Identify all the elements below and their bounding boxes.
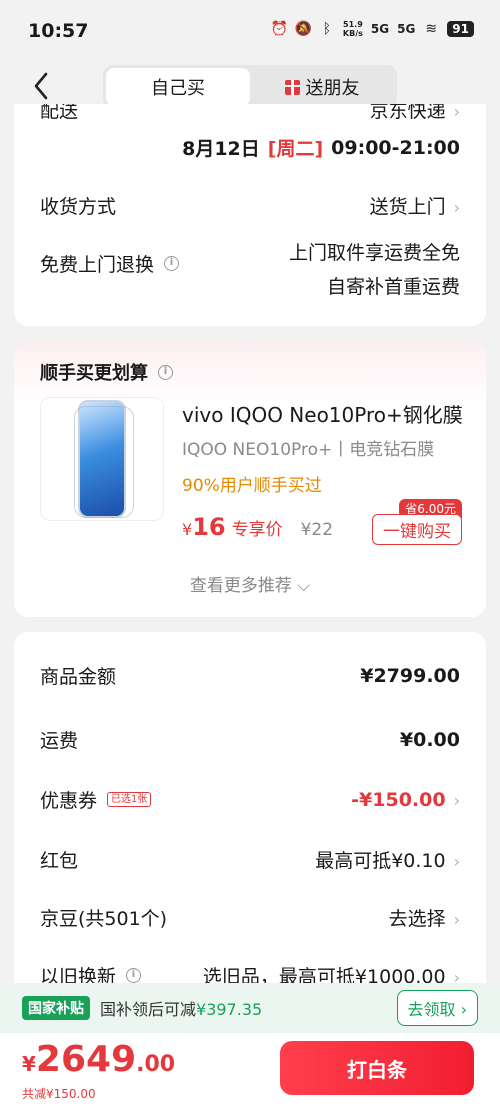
- signal-2: 5G: [397, 22, 416, 36]
- coupon-label: 优惠券: [40, 790, 98, 812]
- delivery-method-row-cut: 配送 京东快递 ›: [14, 104, 486, 122]
- more-recommend-link[interactable]: 查看更多推荐 ⌵: [14, 571, 486, 596]
- info-icon[interactable]: i: [164, 256, 180, 271]
- total-saved: 共减¥150.00: [22, 1087, 96, 1101]
- redpacket-value: 最高可抵¥0.10: [315, 850, 446, 872]
- status-icons: ⏰ 🔕 ᛒ 51.9 KB/s 5G 5G ≋ 91: [271, 20, 474, 38]
- subsidy-text: 国补领后可减¥397.35: [100, 1000, 263, 1019]
- total-dec: .00: [136, 1052, 176, 1077]
- subsidy-amount: ¥397.35: [196, 1000, 263, 1019]
- bluetooth-icon: ᛒ: [322, 21, 332, 37]
- chevron-left-icon: [34, 72, 48, 100]
- pay-baitiao-button[interactable]: 打白条: [280, 1041, 474, 1095]
- delivery-weekday: [周二]: [267, 138, 324, 160]
- total-price: ¥ 2649 .00: [22, 1039, 176, 1080]
- delivery-time-range: 09:00-21:00: [331, 136, 460, 159]
- coupon-badge: 已选1张: [107, 792, 152, 807]
- gift-icon: [284, 79, 300, 95]
- battery-indicator: 91: [447, 21, 474, 37]
- delivery-date: 8月12日: [182, 138, 260, 160]
- purchase-mode-switch: 自己买 送朋友: [103, 65, 397, 109]
- chevron-right-icon: ›: [453, 198, 460, 217]
- shipping-row: 运费 ¥0.00: [40, 726, 460, 753]
- delivery-card: 配送 京东快递 › 8月12日 [周二] 09:00-21:00 收货方式 送货上…: [14, 104, 486, 326]
- receive-method-row[interactable]: 收货方式 送货上门 ›: [40, 192, 460, 219]
- goods-value: ¥2799.00: [360, 664, 460, 687]
- tab-self-buy[interactable]: 自己买: [106, 68, 250, 106]
- receive-value: 送货上门: [369, 196, 446, 218]
- jingdou-label: 京豆(共501个): [40, 908, 168, 930]
- redpacket-row[interactable]: 红包 最高可抵¥0.10 ›: [40, 846, 460, 873]
- subsidy-badge: 国家补贴: [22, 996, 90, 1020]
- mute-icon: 🔕: [294, 21, 313, 37]
- free-return-row: 免费上门退换 i 上门取件享运费全免 自寄补首重运费: [40, 236, 460, 304]
- jingdou-row[interactable]: 京豆(共501个) 去选择 ›: [40, 904, 460, 931]
- product-spec: IQOO NEO10Pro+丨电竞钻石膜: [182, 440, 435, 460]
- net-speed: 51.9 KB/s: [342, 20, 363, 38]
- goods-label: 商品金额: [40, 666, 117, 688]
- status-bar: 10:57 ⏰ 🔕 ᛒ 51.9 KB/s 5G 5G ≋ 91: [0, 0, 500, 60]
- one-click-buy-button[interactable]: 一键购买: [372, 514, 462, 545]
- addon-recommend-card: 顺手买更划算 i vivo IQOO Neo10Pro+钢化膜 IQOO NEO1…: [14, 341, 486, 617]
- chevron-right-icon: ›: [453, 104, 460, 121]
- shipping-label: 运费: [40, 730, 79, 752]
- bought-ratio: 90%用户顺手买过: [182, 476, 322, 496]
- national-subsidy-bar: 国家补贴 国补领后可减¥397.35 去领取 ›: [0, 983, 500, 1033]
- original-price: ¥22: [300, 520, 334, 540]
- jingdou-value: 去选择: [388, 908, 446, 930]
- product-image[interactable]: [40, 397, 164, 521]
- coupon-row[interactable]: 优惠券 已选1张 -¥150.00 ›: [40, 786, 460, 813]
- free-return-line1: 上门取件享运费全免: [288, 242, 460, 264]
- product-price: ¥ 16 专享价 ¥22: [182, 513, 334, 541]
- chevron-right-icon: ›: [453, 852, 460, 871]
- status-time: 10:57: [28, 20, 89, 42]
- alarm-icon: ⏰: [270, 21, 289, 37]
- free-return-line2: 自寄补首重运费: [326, 276, 460, 298]
- info-icon[interactable]: i: [158, 364, 173, 380]
- chevron-right-icon: ›: [453, 790, 460, 810]
- shipping-value: ¥0.00: [399, 728, 460, 751]
- redpacket-label: 红包: [40, 850, 79, 872]
- info-icon[interactable]: i: [126, 968, 142, 983]
- price-tag: 专享价: [231, 520, 283, 540]
- signal-1: 5G: [370, 22, 390, 36]
- product-name[interactable]: vivo IQOO Neo10Pro+钢化膜: [182, 399, 467, 428]
- screen-protector-image: [74, 400, 134, 518]
- coupon-value: -¥150.00: [351, 788, 446, 811]
- delivery-label: 配送: [40, 104, 79, 122]
- delivery-time-row[interactable]: 8月12日 [周二] 09:00-21:00: [40, 134, 460, 161]
- free-return-label: 免费上门退换: [40, 254, 155, 276]
- wifi-icon: ≋: [425, 21, 438, 37]
- delivery-carrier: 京东快递: [369, 104, 446, 122]
- chevron-right-icon: ›: [453, 910, 460, 929]
- goods-amount-row: 商品金额 ¥2799.00: [40, 662, 460, 689]
- receive-label: 收货方式: [40, 196, 117, 218]
- total-int: 2649: [35, 1039, 137, 1080]
- back-button[interactable]: [24, 66, 58, 106]
- checkout-bar: ¥ 2649 .00 共减¥150.00 打白条: [0, 1033, 500, 1111]
- claim-subsidy-button[interactable]: 去领取 ›: [396, 990, 478, 1026]
- price-summary-card: 商品金额 ¥2799.00 运费 ¥0.00 优惠券 已选1张 -¥150.00 ›…: [14, 632, 486, 1012]
- price-value: 16: [192, 513, 226, 541]
- tab-gift-friend[interactable]: 送朋友: [250, 68, 394, 106]
- addon-title: 顺手买更划算 i: [40, 359, 173, 385]
